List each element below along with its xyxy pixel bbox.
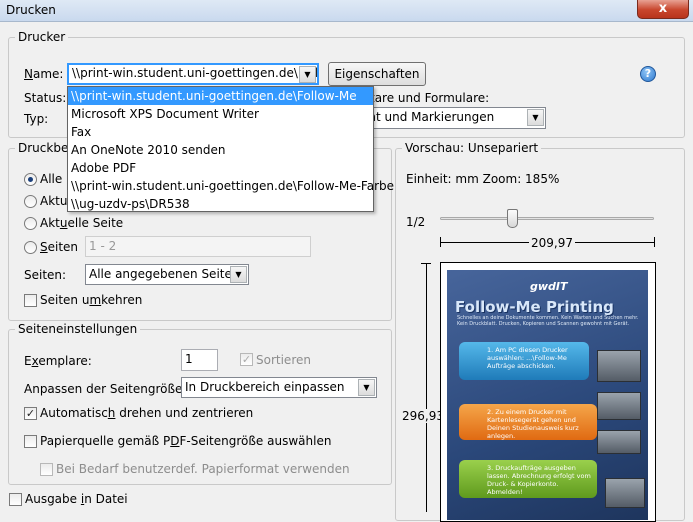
close-button[interactable]: x xyxy=(637,0,689,19)
status-label: Status: xyxy=(24,91,67,105)
reverse-pages-label: Seiten umkehren xyxy=(40,293,143,307)
title-bar: Drucken x xyxy=(0,0,693,22)
radio-pages[interactable] xyxy=(24,241,37,254)
copies-input[interactable]: 1 xyxy=(181,349,218,371)
chevron-down-icon[interactable]: ▼ xyxy=(527,109,544,126)
poster-headline: Follow-Me Printing xyxy=(455,298,614,316)
poster-step-1: 1. Am PC diesen Drucker auswählen: ...\F… xyxy=(459,342,589,380)
page-settings-legend: Seiteneinstellungen xyxy=(18,322,138,336)
autorotate-checkbox[interactable]: ✓ xyxy=(24,407,37,420)
pages-range-value: 1 - 2 xyxy=(89,239,117,253)
chevron-down-icon[interactable]: ▼ xyxy=(230,266,247,283)
radio-all-label: Alle xyxy=(40,172,63,186)
unit-zoom-text: Einheit: mm Zoom: 185% xyxy=(406,172,560,186)
paper-source-checkbox[interactable] xyxy=(24,435,37,448)
poster-printer-image xyxy=(597,392,641,420)
copies-value: 1 xyxy=(185,352,193,366)
subset-label: Seiten: xyxy=(24,268,67,282)
poster-brand: gwdIT xyxy=(530,280,568,293)
chevron-down-icon[interactable]: ▼ xyxy=(299,66,316,83)
height-dimension-tick xyxy=(421,263,431,264)
copies-label: Exemplare: xyxy=(24,354,92,368)
help-glyph: ? xyxy=(644,67,652,80)
radio-current-view[interactable] xyxy=(24,195,37,208)
properties-button-label: Eigenschaften xyxy=(334,67,420,81)
radio-current-page[interactable] xyxy=(24,217,37,230)
printer-dropdown-list: \\print-win.student.uni-goettingen.de\Fo… xyxy=(67,86,394,213)
height-dimension-line xyxy=(426,263,427,512)
help-icon[interactable]: ? xyxy=(640,66,656,82)
check-icon: ✓ xyxy=(241,353,252,366)
scaling-label: Anpassen der Seitengröße: xyxy=(24,382,187,396)
reverse-pages-checkbox[interactable] xyxy=(24,294,37,307)
poster-step-3: 3. Druckaufträge ausgeben lassen. Abrech… xyxy=(459,460,597,498)
radio-current-page-label: Aktuelle Seite xyxy=(40,216,124,230)
printer-option[interactable]: An OneNote 2010 senden xyxy=(68,141,373,159)
custom-paper-label: Bei Bedarf benutzerdef. Papierformat ver… xyxy=(56,462,350,476)
output-to-file-checkbox[interactable] xyxy=(9,493,22,506)
poster-card-image xyxy=(597,430,641,454)
subset-value: Alle angegebenen Seiten xyxy=(89,267,240,281)
width-dimension-tick xyxy=(440,237,441,247)
printer-option[interactable]: \\print-win.student.uni-goettingen.de\Fo… xyxy=(68,177,394,195)
chevron-down-icon[interactable]: ▼ xyxy=(358,379,375,396)
page-settings-group: Seiteneinstellungen xyxy=(8,322,392,485)
printer-option[interactable]: Microsoft XPS Document Writer xyxy=(68,105,373,123)
scaling-value: In Druckbereich einpassen xyxy=(185,380,345,394)
preview-legend: Vorschau: Unsepariert xyxy=(405,141,539,155)
collate-checkbox[interactable]: ✓ xyxy=(240,353,253,366)
poster-screen-image xyxy=(597,350,641,382)
poster-copier-image xyxy=(605,478,645,508)
custom-paper-checkbox[interactable] xyxy=(40,463,53,476)
autorotate-label: Automatisch drehen und zentrieren xyxy=(40,406,254,420)
printer-option[interactable]: Adobe PDF xyxy=(68,159,373,177)
printer-name-value: \\print-win.student.uni-goettingen.de\Fo… xyxy=(72,66,319,80)
comments-forms-label: tare und Formulare: xyxy=(370,91,490,105)
radio-all[interactable] xyxy=(24,173,37,186)
page-slider-thumb[interactable] xyxy=(507,209,518,228)
close-icon: x xyxy=(658,1,668,16)
printer-option[interactable]: \\ug-uzdv-ps\DR538 xyxy=(68,195,373,213)
check-icon: ✓ xyxy=(25,407,36,420)
type-label: Typ: xyxy=(24,112,49,126)
window-title: Drucken xyxy=(6,3,56,17)
pages-range-input[interactable]: 1 - 2 xyxy=(85,236,311,257)
paper-source-label: Papierquelle gemäß PDF-Seitengröße auswä… xyxy=(40,434,332,448)
printer-option[interactable]: Fax xyxy=(68,123,373,141)
width-dimension-tick xyxy=(654,237,655,247)
subset-select[interactable]: Alle angegebenen Seiten ▼ xyxy=(85,264,249,285)
output-to-file-label: Ausgabe in Datei xyxy=(25,492,128,506)
radio-pages-label: Seiten xyxy=(40,240,79,254)
width-value: 209,97 xyxy=(529,236,575,250)
height-value: 296,93 xyxy=(402,409,444,423)
page-counter: 1/2 xyxy=(406,215,426,229)
collate-label: Sortieren xyxy=(256,353,311,367)
properties-button[interactable]: Eigenschaften xyxy=(328,62,426,86)
printer-option[interactable]: \\print-win.student.uni-goettingen.de\Fo… xyxy=(68,87,373,105)
printer-name-select[interactable]: \\print-win.student.uni-goettingen.de\Fo… xyxy=(67,63,319,85)
poster-step-2: 2. Zu einem Drucker mit Kartenlesegerät … xyxy=(459,404,597,440)
page-slider-track[interactable] xyxy=(440,217,654,220)
poster-subtitle: Schnelles an deine Dokumente kommen. Kei… xyxy=(457,315,639,327)
scaling-select[interactable]: In Druckbereich einpassen ▼ xyxy=(181,377,377,398)
preview-poster: gwdIT Follow-Me Printing Schnelles an de… xyxy=(447,270,648,520)
printer-name-label: Name: xyxy=(24,67,64,81)
printer-group-legend: Drucker xyxy=(18,30,66,44)
